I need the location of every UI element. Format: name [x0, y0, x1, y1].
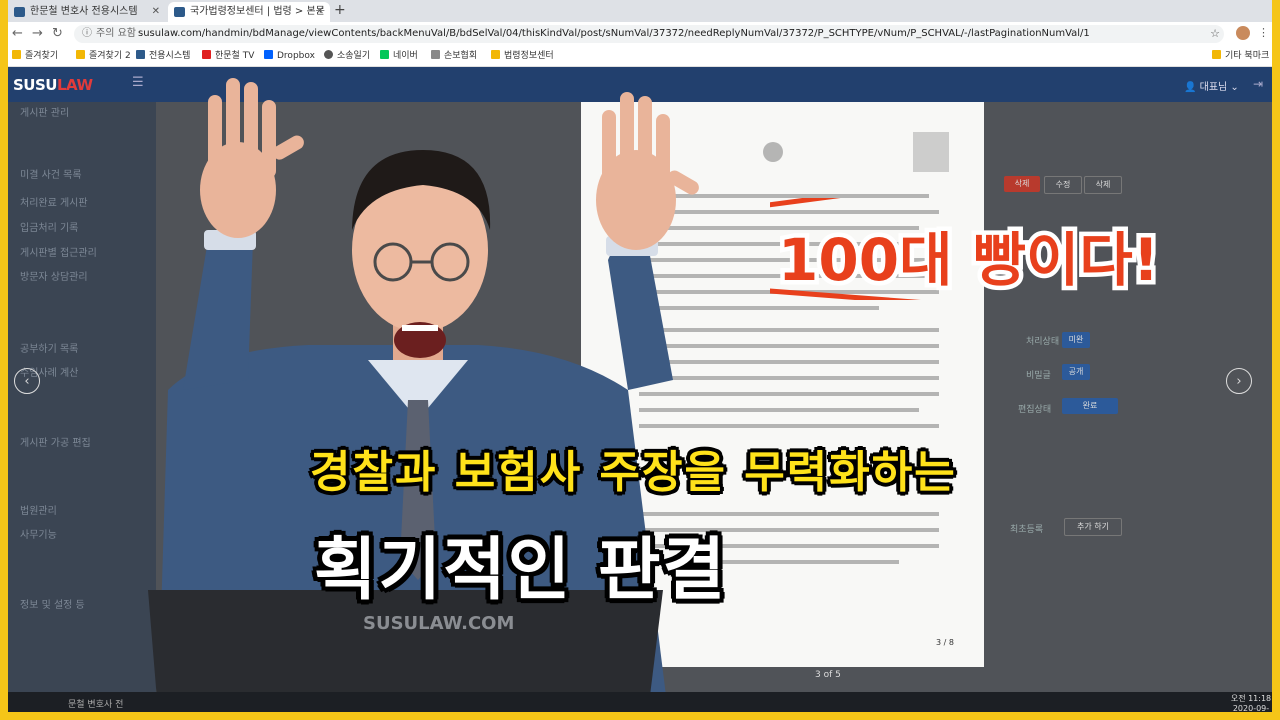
- naver-icon: [380, 50, 389, 59]
- app-logo[interactable]: SUSULAW: [13, 76, 93, 94]
- status-toggle[interactable]: 미완: [1062, 332, 1090, 348]
- add-button[interactable]: 추가 하기: [1064, 518, 1122, 536]
- info-icon[interactable]: ⓘ: [82, 25, 92, 43]
- clock-time: 오전 11:18: [1230, 694, 1272, 703]
- bookmark-item[interactable]: 한문철 TV: [202, 49, 254, 63]
- delete-button[interactable]: 삭제: [1004, 176, 1040, 192]
- dropbox-icon: [264, 50, 273, 59]
- video-frame: 한문철 변호사 전용시스템 ✕ 국가법령정보센터 | 법령 > 본문 ✕ + ←…: [8, 0, 1272, 712]
- field-label: 처리상태: [1026, 337, 1060, 347]
- prev-page-arrow-icon[interactable]: ‹: [14, 368, 40, 394]
- url-input[interactable]: ⓘ 주의 요함 susulaw.com/handmin/bdManage/vie…: [74, 25, 1224, 43]
- secret-toggle[interactable]: 공개: [1062, 364, 1090, 380]
- caption-line-2: 획기적인 판결: [314, 531, 728, 610]
- bookmarks-bar: 즐겨찾기 즐겨찾기 2 전용시스템 한문철 TV Dropbox 소송일기 네이…: [8, 46, 1272, 67]
- taskbar-window-label[interactable]: 문철 변호사 전: [68, 697, 123, 710]
- profile-avatar[interactable]: [1236, 26, 1250, 40]
- bookmark-item[interactable]: 손보협회: [431, 49, 477, 63]
- taskbar: 문철 변호사 전 오전 11:18 2020-09-15: [8, 692, 1272, 712]
- app-header: SUSULAW ☰ 👤 대표님 ⌄ ⇥: [8, 67, 1272, 102]
- edit-status-select[interactable]: 완료: [1062, 398, 1118, 414]
- bookmark-item[interactable]: 법령정보센터: [491, 49, 554, 63]
- field-label: 편집상태: [1018, 405, 1052, 415]
- sidebar-item[interactable]: 정보 및 설정 등: [20, 596, 85, 611]
- bookmark-item[interactable]: 즐겨찾기: [12, 49, 58, 63]
- site-icon: [136, 50, 145, 59]
- tab-label: 국가법령정보센터 | 법령 > 본문: [190, 6, 325, 17]
- close-icon[interactable]: ✕: [152, 2, 160, 22]
- reload-icon[interactable]: ↻: [52, 26, 63, 41]
- sticker-text: 100대 빵이다!: [778, 226, 1159, 294]
- clock-date: 2020-09-15: [1232, 704, 1270, 712]
- caption-line-1: 경찰과 보험사 주장을 무력화하는: [310, 447, 957, 498]
- document-page-number: 3 / 8: [936, 638, 954, 647]
- sidebar-item[interactable]: 방문자 상담관리: [20, 268, 88, 283]
- field-label: 최초등록: [1010, 525, 1044, 535]
- youtube-icon: [202, 50, 211, 59]
- sidebar-item[interactable]: 게시판 가공 편집: [20, 434, 91, 449]
- sidebar: 게시판 관리 미결 사건 목록 처리완료 게시판 입금처리 기록 게시판별 접근…: [8, 102, 156, 712]
- sidebar-item[interactable]: 입금처리 기록: [20, 219, 78, 234]
- system-clock: 오전 11:18 2020-09-15: [1230, 694, 1272, 712]
- page-count: 3 of 5: [815, 670, 841, 680]
- remove-button[interactable]: 삭제: [1084, 176, 1122, 194]
- edit-button[interactable]: 수정: [1044, 176, 1082, 194]
- sidebar-item[interactable]: 처리완료 게시판: [20, 194, 88, 209]
- exclamation-sticker: 100대 빵이다!: [770, 198, 1164, 300]
- site-favicon-icon: [14, 7, 25, 17]
- bookmark-item[interactable]: 네이버: [380, 49, 418, 63]
- document-viewer: 3 / 8 3 of 5 ‹ › 삭제 수정 삭제 처리상태 미완 비밀글 공개…: [14, 102, 1272, 712]
- site-icon: [324, 50, 333, 59]
- forward-arrow-icon[interactable]: →: [32, 26, 43, 41]
- other-bookmarks[interactable]: 기타 북마크: [1212, 49, 1269, 63]
- user-menu[interactable]: 👤 대표님 ⌄: [1184, 78, 1239, 93]
- sidebar-item[interactable]: 법원관리: [20, 502, 57, 517]
- url-text: susulaw.com/handmin/bdManage/viewContent…: [138, 28, 1090, 39]
- app-content: 게시판 관리 미결 사건 목록 처리완료 게시판 입금처리 기록 게시판별 접근…: [8, 102, 1272, 712]
- site-icon: [431, 50, 440, 59]
- close-icon[interactable]: ✕: [316, 2, 324, 22]
- sidebar-item[interactable]: 공부하기 목록: [20, 340, 78, 355]
- sidebar-item[interactable]: 미결 사건 목록: [20, 166, 82, 181]
- back-arrow-icon[interactable]: ←: [12, 26, 23, 41]
- folder-icon: [1212, 50, 1221, 59]
- sidebar-item[interactable]: 사무기능: [20, 526, 57, 541]
- browser-tab-bar: 한문철 변호사 전용시스템 ✕ 국가법령정보센터 | 법령 > 본문 ✕ +: [8, 0, 1272, 22]
- field-label: 비밀글: [1026, 371, 1051, 381]
- site-favicon-icon: [174, 7, 185, 17]
- tab-law-center[interactable]: 국가법령정보센터 | 법령 > 본문 ✕: [168, 2, 330, 22]
- address-bar-row: ← → ↻ ⓘ 주의 요함 susulaw.com/handmin/bdMana…: [8, 22, 1272, 46]
- folder-icon: [12, 50, 21, 59]
- logout-icon[interactable]: ⇥: [1253, 77, 1263, 91]
- next-page-arrow-icon[interactable]: ›: [1226, 368, 1252, 394]
- menu-dots-icon[interactable]: ⋮: [1258, 26, 1269, 39]
- sidebar-item[interactable]: 게시판 관리: [20, 104, 69, 119]
- bookmark-item[interactable]: 소송일기: [324, 49, 370, 63]
- bookmark-item[interactable]: Dropbox: [264, 49, 315, 63]
- tab-label: 한문철 변호사 전용시스템: [30, 6, 138, 17]
- folder-icon: [491, 50, 500, 59]
- bookmark-item[interactable]: 전용시스템: [136, 49, 190, 63]
- sidebar-item[interactable]: 게시판별 접근관리: [20, 244, 97, 259]
- bookmark-item[interactable]: 즐겨찾기 2: [76, 49, 131, 63]
- new-tab-plus-icon[interactable]: +: [334, 2, 346, 18]
- hamburger-menu-icon[interactable]: ☰: [132, 75, 144, 90]
- security-label: 주의 요함: [96, 28, 136, 39]
- tab-system[interactable]: 한문철 변호사 전용시스템 ✕: [8, 2, 166, 22]
- folder-icon: [76, 50, 85, 59]
- bookmark-star-icon[interactable]: ☆: [1210, 25, 1220, 43]
